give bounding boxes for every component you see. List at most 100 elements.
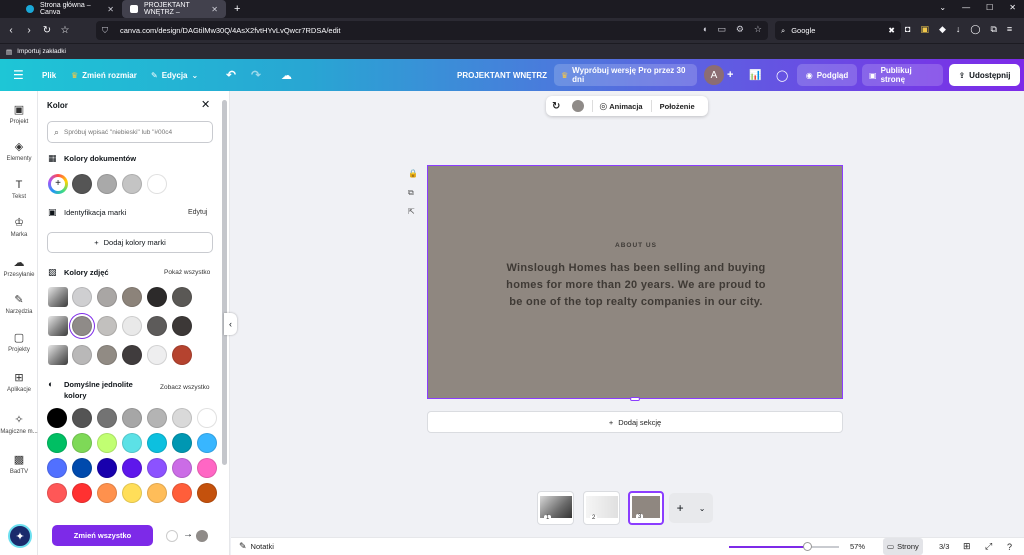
default-color-swatch[interactable]	[172, 433, 192, 453]
photo-color-swatch[interactable]	[122, 287, 142, 307]
photo-color-swatch[interactable]	[122, 345, 142, 365]
duplicate-icon[interactable]: ⧉	[408, 188, 414, 198]
color-picker-swatch[interactable]	[572, 100, 585, 112]
tab-list-icon[interactable]: ⌄	[939, 3, 946, 12]
position-button[interactable]: Położenie	[660, 102, 695, 111]
close-panel-icon[interactable]: ✕	[201, 98, 210, 111]
rail-item-projekty[interactable]: ▢ Projekty	[0, 331, 38, 353]
default-color-swatch[interactable]	[122, 483, 142, 503]
pocket-icon[interactable]: ◆	[939, 24, 946, 35]
hamburger-icon[interactable]: ☰	[13, 59, 24, 91]
photo-thumbnail[interactable]	[48, 316, 68, 336]
preview-button[interactable]: ◉ Podgląd	[797, 64, 857, 86]
new-tab-icon[interactable]: +	[234, 3, 240, 15]
close-tab-icon[interactable]: ✕	[107, 5, 114, 14]
page-thumbnail[interactable]: 1	[537, 491, 574, 525]
design-page[interactable]: ABOUT US Winslough Homes has been sellin…	[427, 165, 844, 401]
redo-icon[interactable]: ↷	[251, 59, 261, 91]
zoom-slider-knob[interactable]	[803, 542, 813, 551]
photo-color-swatch[interactable]	[97, 287, 117, 307]
about-heading[interactable]: ABOUT US	[428, 242, 844, 249]
default-color-swatch[interactable]	[147, 458, 167, 478]
search-field[interactable]	[64, 128, 210, 136]
undo-icon[interactable]: ↶	[226, 59, 236, 91]
default-color-swatch[interactable]	[97, 458, 117, 478]
photo-color-swatch[interactable]	[147, 345, 167, 365]
reader-icon[interactable]: ▭	[717, 24, 726, 35]
default-color-swatch[interactable]	[47, 458, 67, 478]
default-color-swatch[interactable]	[97, 408, 117, 428]
share-button[interactable]: ⇪ Udostępnij	[949, 64, 1020, 86]
rotate-icon[interactable]: ↻	[552, 101, 560, 112]
search-box[interactable]: ⌕ Google ✖	[775, 21, 901, 40]
lock-icon[interactable]: 🔒	[408, 169, 418, 178]
share-page-icon[interactable]: ⇱	[408, 207, 415, 216]
minimize-icon[interactable]: —	[962, 3, 970, 12]
brand-edit-link[interactable]: Edytuj	[188, 209, 207, 216]
about-body-text[interactable]: Winslough Homes has been selling and buy…	[506, 260, 766, 311]
publish-button[interactable]: ▣ Publikuj stronę	[862, 64, 943, 86]
default-color-swatch[interactable]	[47, 408, 67, 428]
resize-button[interactable]: ♛ Zmień rozmiar	[71, 59, 137, 91]
rail-item-aplikacje[interactable]: ⊞ Aplikacje	[0, 371, 38, 393]
import-bookmarks-link[interactable]: Importuj zakładki	[17, 48, 66, 55]
audio-icon[interactable]: ◖	[702, 24, 707, 35]
rail-item-tekst[interactable]: T Tekst	[0, 179, 38, 200]
default-color-swatch[interactable]	[197, 483, 217, 503]
permissions-icon[interactable]: ⚙	[736, 24, 744, 35]
project-title[interactable]: PROJEKTANT WNĘTRZ	[457, 59, 547, 91]
try-pro-button[interactable]: ♛ Wypróbuj wersję Pro przez 30 dni	[554, 64, 697, 86]
extension-icon[interactable]: ▣	[920, 24, 929, 35]
cloud-sync-icon[interactable]: ☁	[281, 59, 292, 91]
photo-color-swatch[interactable]	[172, 287, 192, 307]
photo-thumbnail[interactable]	[48, 287, 68, 307]
edit-menu[interactable]: ✎ Edycja ⌄	[151, 59, 198, 91]
rail-item-elementy[interactable]: ◈ Elementy	[0, 140, 38, 162]
avatar[interactable]: A	[704, 65, 724, 85]
page-thumbnail-active[interactable]: 3	[628, 491, 664, 525]
photo-thumbnail[interactable]	[48, 345, 68, 365]
default-color-swatch[interactable]	[72, 408, 92, 428]
color-search-input[interactable]: ⌕	[47, 121, 213, 143]
page-thumbnail[interactable]: 2	[583, 491, 620, 525]
back-icon[interactable]: ‹	[2, 25, 20, 36]
resize-handle[interactable]	[630, 397, 640, 401]
account-icon[interactable]: ◯	[970, 24, 980, 35]
star-icon[interactable]: ☆	[754, 24, 762, 35]
change-all-button[interactable]: Zmień wszystko	[52, 525, 153, 546]
photo-color-swatch[interactable]	[72, 287, 92, 307]
default-color-swatch[interactable]	[97, 433, 117, 453]
insights-icon[interactable]: 📊	[749, 59, 761, 91]
default-color-swatch[interactable]	[122, 458, 142, 478]
default-color-swatch[interactable]	[47, 483, 67, 503]
photo-colors-more[interactable]: Pokaż wszystko	[164, 269, 210, 276]
add-people-icon[interactable]: +	[727, 59, 733, 91]
panel-scrollbar[interactable]	[222, 100, 227, 465]
collapse-panel-handle[interactable]: ‹	[224, 313, 237, 335]
default-color-swatch[interactable]	[97, 483, 117, 503]
rail-item-projekt[interactable]: ▣ Projekt	[0, 103, 38, 125]
reload-icon[interactable]: ↻	[38, 25, 56, 36]
download-icon[interactable]: ↓	[956, 24, 961, 35]
rail-item-badtv[interactable]: ▩ BadTV	[0, 453, 38, 475]
add-page-button[interactable]: + ⌄	[669, 493, 713, 523]
fullscreen-icon[interactable]: ⤢	[985, 541, 992, 552]
rail-item-narzędzia[interactable]: ✎ Narzędzia	[0, 293, 38, 315]
doc-color-swatch[interactable]	[147, 174, 167, 194]
browser-tab[interactable]: Strona główna – Canva ✕	[18, 0, 122, 18]
doc-color-swatch[interactable]	[97, 174, 117, 194]
photo-color-swatch[interactable]	[147, 316, 167, 336]
rail-item-marka[interactable]: ♔ Marka	[0, 216, 38, 238]
photo-color-swatch[interactable]	[97, 345, 117, 365]
add-color-button[interactable]: +	[48, 174, 68, 194]
default-color-swatch[interactable]	[197, 408, 217, 428]
default-color-swatch[interactable]	[147, 433, 167, 453]
file-menu[interactable]: Plik	[42, 59, 56, 91]
photo-color-swatch[interactable]	[72, 345, 92, 365]
help-icon[interactable]: ?	[1007, 542, 1012, 552]
doc-color-swatch[interactable]	[122, 174, 142, 194]
close-tab-icon[interactable]: ✕	[211, 5, 218, 14]
default-color-swatch[interactable]	[72, 433, 92, 453]
photo-color-swatch[interactable]	[72, 316, 92, 336]
rail-item-magicznem[interactable]: ✧ Magiczne m...	[0, 413, 38, 435]
